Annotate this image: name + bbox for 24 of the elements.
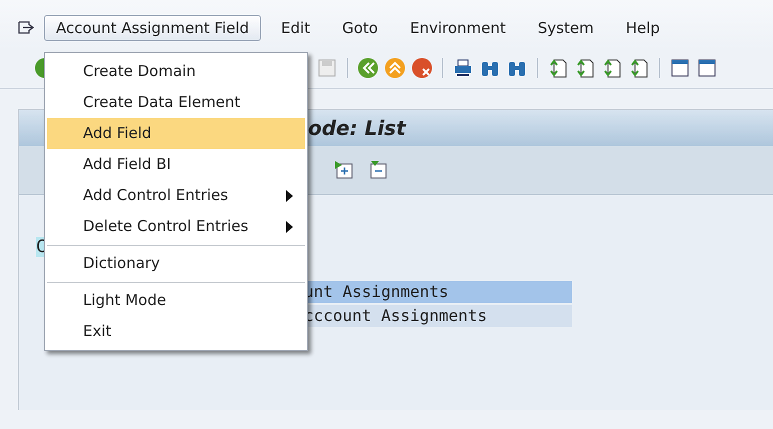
menu-item[interactable]: Account Assignment Field (44, 15, 262, 41)
menu-item[interactable]: System (526, 15, 606, 41)
submenu-arrow-icon (286, 190, 293, 202)
cancel-icon[interactable] (411, 57, 433, 79)
window-icon[interactable] (696, 57, 718, 79)
menu-item[interactable]: Help (614, 15, 672, 41)
menu-option[interactable]: Create Data Element (47, 87, 305, 118)
screen-title: ode: List (308, 116, 406, 140)
menu-option[interactable]: Exit (47, 316, 305, 347)
back-icon[interactable] (357, 57, 379, 79)
menu-option[interactable]: Delete Control Entries (47, 211, 305, 242)
menu-option[interactable]: Add Field (47, 118, 305, 149)
menu-option[interactable]: Add Control Entries (47, 180, 305, 211)
collapse-icon[interactable] (368, 160, 388, 180)
menu-option[interactable]: Light Mode (47, 282, 305, 316)
submenu-arrow-icon (286, 221, 293, 233)
menu-item[interactable]: Edit (269, 15, 322, 41)
expand-icon[interactable] (334, 160, 354, 180)
menu-option[interactable]: Dictionary (47, 245, 305, 279)
print-icon[interactable] (452, 57, 474, 79)
menu-option[interactable]: Create Domain (47, 56, 305, 87)
menu-item[interactable]: Environment (398, 15, 518, 41)
menu-item[interactable]: Goto (330, 15, 390, 41)
window-icon[interactable] (669, 57, 691, 79)
